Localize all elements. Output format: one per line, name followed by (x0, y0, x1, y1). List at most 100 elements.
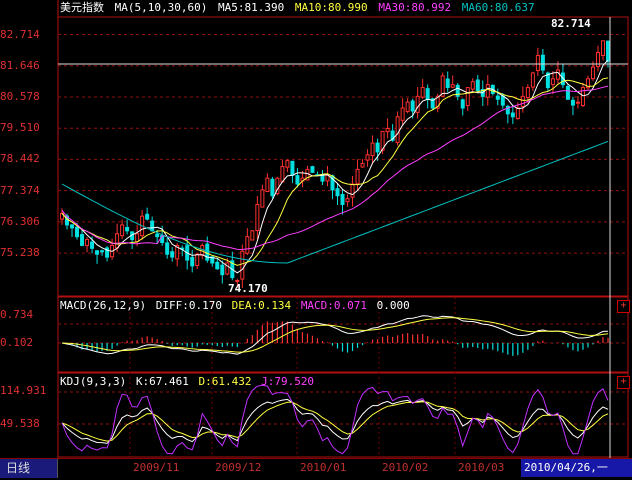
kdj-k-line (61, 398, 609, 444)
ma60-value: MA60:80.637 (461, 1, 535, 14)
macd-label: MACD(26,12,9) (60, 299, 147, 312)
candle (550, 71, 555, 94)
date-label: 2010/03 (458, 461, 505, 474)
macd-legend: MACD(26,12,9) DIFF:0.170 DEA:0.134 MACD:… (60, 299, 410, 312)
candle (475, 74, 480, 93)
candle (245, 228, 250, 255)
ma10-value: MA10:80.990 (294, 1, 368, 14)
candle (445, 71, 450, 93)
kdj-d: D:61.432 (198, 375, 252, 388)
candle (270, 176, 275, 199)
candle (465, 87, 470, 111)
candle (570, 96, 575, 116)
candle (320, 170, 325, 185)
candle (495, 88, 500, 106)
candle (595, 45, 600, 72)
candle (230, 251, 235, 281)
instrument-title: 美元指数 (60, 1, 104, 14)
kdj-tick-top: 114.931 (0, 384, 47, 397)
candle (405, 98, 410, 114)
candle (385, 118, 390, 139)
price-tick-label: 77.374 (0, 183, 40, 197)
macd-zero: 0.000 (376, 299, 410, 312)
candle (165, 237, 170, 259)
candle (510, 104, 515, 125)
candle (170, 247, 175, 262)
candle (195, 253, 200, 269)
candle (135, 224, 140, 247)
price-tick-label: 78.442 (0, 152, 40, 166)
macd-dea: DEA:0.134 (231, 299, 292, 312)
candle (260, 184, 265, 208)
candle (470, 78, 475, 92)
candle (345, 194, 350, 207)
kdj-expand-button[interactable]: + (617, 376, 630, 389)
candle (460, 98, 465, 116)
ma5-value: MA5:81.390 (217, 1, 285, 14)
high-price-label: 82.714 (551, 17, 591, 30)
kdj-k: K:67.461 (135, 375, 189, 388)
macd-value: MACD:0.071 (300, 299, 368, 312)
macd-indicator (61, 315, 609, 356)
candle (310, 165, 315, 174)
candle (540, 48, 545, 74)
macd-diff: DIFF:0.170 (155, 299, 222, 312)
price-tick-label: 81.646 (0, 58, 40, 72)
kdj-legend: KDJ(9,3,3) K:67.461 D:61.432 J:79.520 (60, 375, 314, 388)
candle (120, 219, 125, 240)
candle (145, 207, 150, 221)
candle (250, 229, 255, 241)
candle (130, 231, 135, 250)
candle (400, 98, 405, 126)
macd-tick-top: 0.734 (0, 308, 34, 321)
candle (95, 250, 100, 264)
ma30-value: MA30:80.992 (378, 1, 452, 14)
price-tick-label: 80.578 (0, 89, 40, 103)
candle (335, 183, 340, 206)
candle (280, 160, 285, 183)
candle (205, 236, 210, 263)
candle (290, 160, 295, 184)
price-tick-label: 76.306 (0, 214, 40, 228)
candle (355, 159, 360, 191)
candle (85, 237, 90, 253)
candle (360, 159, 365, 168)
ma-label: MA(5,10,30,60) (114, 1, 208, 14)
cursor-date-label: 2010/04/26,一 (521, 459, 632, 477)
candle (255, 196, 260, 240)
candle (220, 260, 225, 284)
candle (285, 159, 290, 173)
candle (340, 189, 345, 215)
candle (565, 83, 570, 100)
candle (530, 71, 535, 92)
kdj-tick-mid: 49.538 (0, 417, 40, 430)
macd-expand-button[interactable]: + (617, 300, 630, 313)
kdj-d-line (61, 401, 609, 442)
candle (450, 75, 455, 89)
price-tick-label: 82.714 (0, 27, 40, 41)
kdj-j: J:79.520 (261, 375, 315, 388)
candle (265, 173, 270, 193)
candle (585, 75, 590, 91)
candle (425, 84, 430, 109)
candle (365, 149, 370, 167)
candle (575, 95, 580, 109)
main-legend: 美元指数 MA(5,10,30,60) MA5:81.390 MA10:80.9… (60, 1, 535, 14)
macd-tick-mid: 0.102 (0, 336, 34, 349)
candle (70, 224, 75, 237)
candle (420, 79, 425, 99)
kdj-indicator (61, 384, 609, 455)
chart-canvas[interactable] (0, 0, 632, 479)
date-label: 2009/11 (133, 461, 180, 474)
kdj-label: KDJ(9,3,3) (60, 375, 127, 388)
price-tick-label: 79.510 (0, 121, 40, 135)
date-label: 2010/02 (382, 461, 429, 474)
candle (395, 111, 400, 146)
candle (350, 175, 355, 207)
candle (535, 47, 540, 76)
period-tab-daily[interactable]: 日线 (0, 459, 58, 478)
candle (560, 63, 565, 89)
kdj-j-line (61, 384, 609, 455)
candle (455, 83, 460, 101)
price-tick-label: 75.238 (0, 246, 40, 260)
